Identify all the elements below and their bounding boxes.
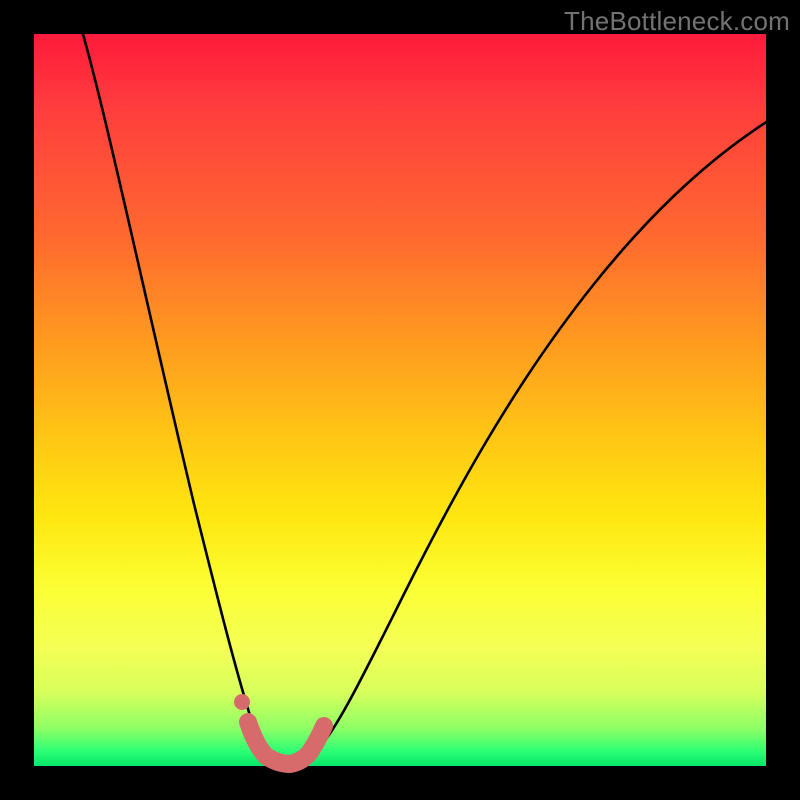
highlight-dot: [234, 694, 250, 710]
highlight-segment: [248, 722, 324, 764]
chart-frame: TheBottleneck.com: [0, 0, 800, 800]
plot-area: [34, 34, 766, 766]
curve-layer: [34, 34, 766, 766]
bottleneck-curve: [80, 24, 779, 764]
watermark-text: TheBottleneck.com: [564, 6, 790, 37]
